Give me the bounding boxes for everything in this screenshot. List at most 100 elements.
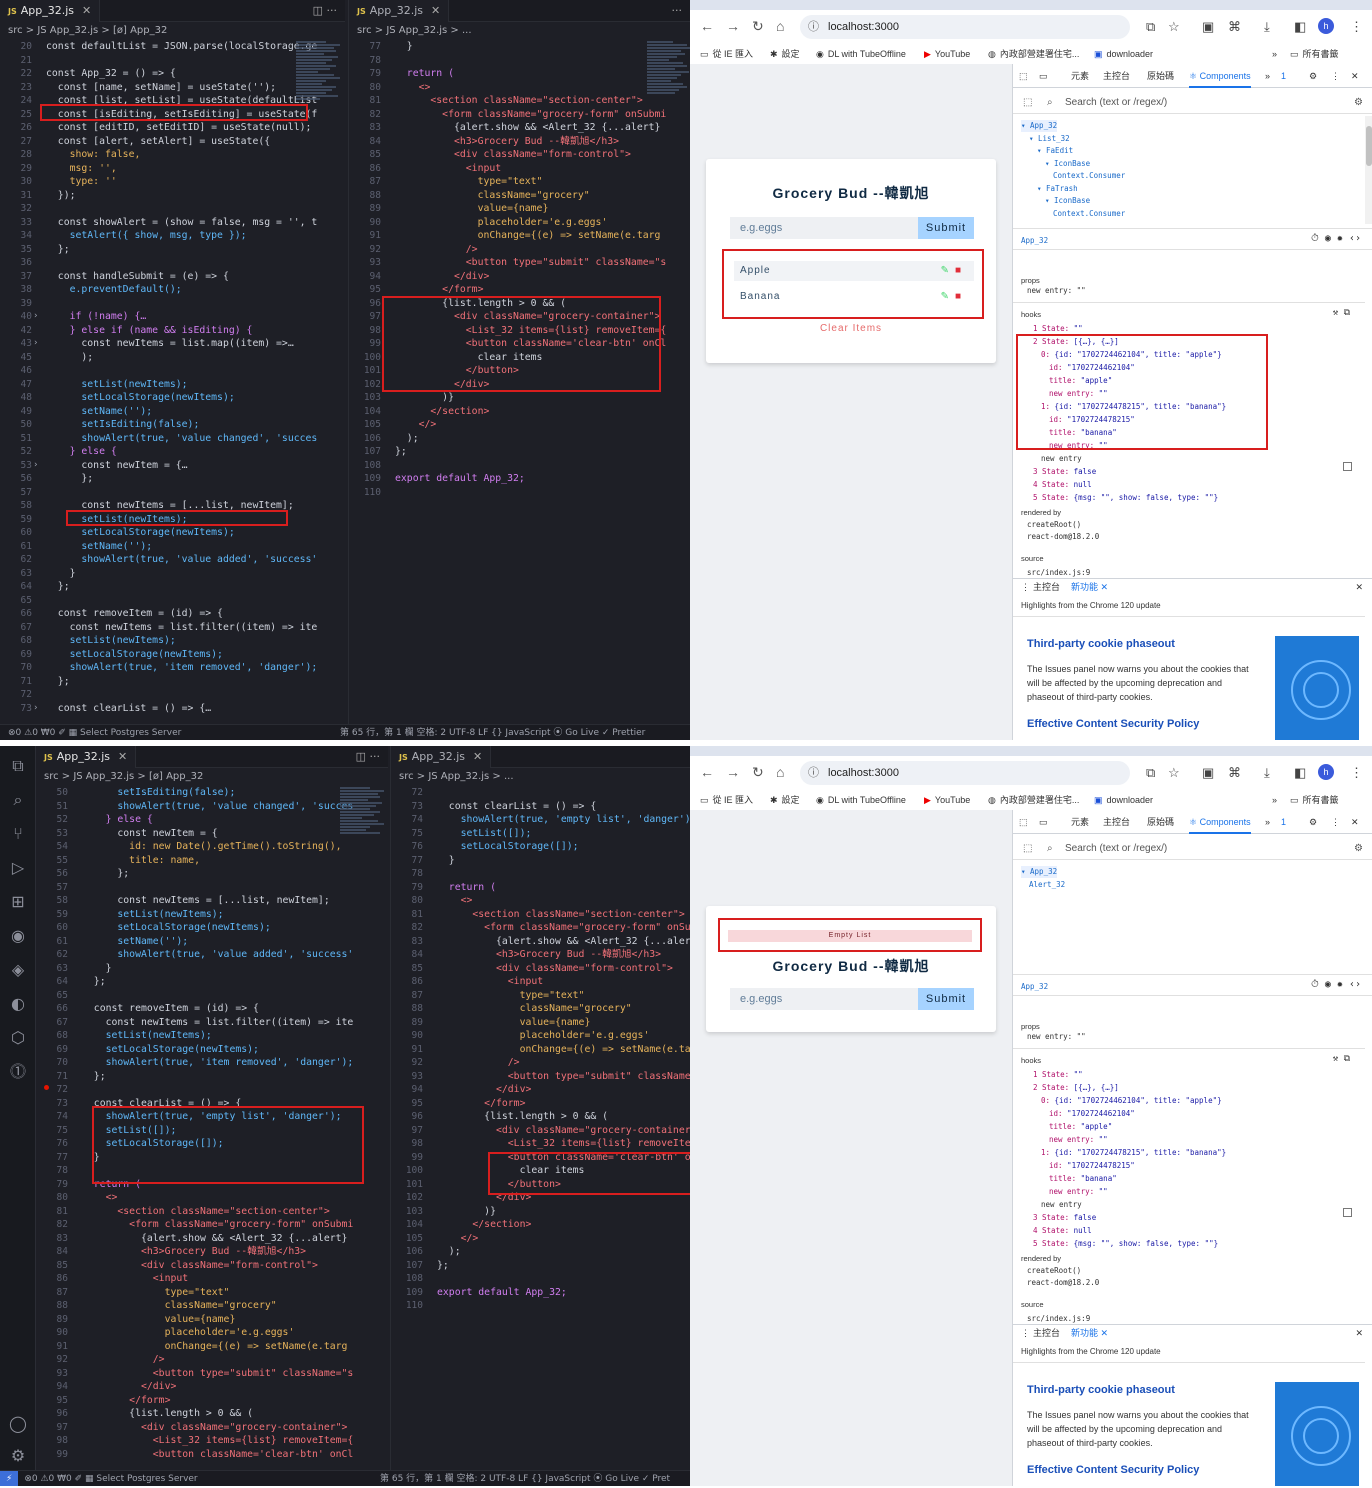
drawer-tab-whatsnew[interactable]: 新功能 ✕ [1071, 1325, 1108, 1341]
device-icon[interactable]: ▭ [1039, 810, 1048, 834]
code-line[interactable]: const clearList = () => {… [46, 702, 211, 716]
drawer-tab-console[interactable]: 主控台 [1033, 579, 1060, 595]
bookmark-item[interactable]: ▶ YouTube [924, 790, 970, 810]
hooks-actions[interactable]: ⚒ ⧉ [1333, 308, 1350, 318]
info-icon[interactable]: ⓘ [808, 15, 819, 39]
kebab-icon[interactable]: ⋮ [1021, 579, 1030, 595]
code-line[interactable]: className="grocery" [395, 189, 590, 203]
code-line[interactable]: return ( [395, 67, 454, 81]
code-line[interactable]: showAlert(true, 'empty list', 'danger'); [82, 1110, 342, 1124]
kebab-icon[interactable]: ⋮ [1331, 64, 1340, 88]
hook-line[interactable]: new entry [1041, 452, 1082, 465]
code-line[interactable]: </div> [395, 270, 489, 284]
hook-line[interactable]: 2 State: [{…}, {…}] [1033, 1081, 1119, 1094]
hook-line[interactable]: title: "apple" [1049, 374, 1112, 387]
explorer-icon[interactable]: ⧉ [8, 756, 28, 776]
scrollbar[interactable] [1365, 116, 1372, 224]
code-line[interactable]: <button type="submit" className="s [437, 1070, 690, 1084]
grocery-input[interactable]: e.g.eggs [730, 988, 918, 1010]
hook-line[interactable]: new entry: "" [1049, 439, 1108, 452]
tab-elements[interactable]: 元素 [1071, 64, 1089, 88]
drawer-tab-whatsnew[interactable]: 新功能 ✕ [1071, 579, 1108, 595]
hook-line[interactable]: id: "1702724478215" [1049, 1159, 1135, 1172]
submit-button[interactable]: Submit [918, 988, 974, 1010]
code-line[interactable]: const clearList = () => { [437, 800, 596, 814]
bookmark-item[interactable]: ✱ 設定 [770, 44, 800, 64]
bookmark-item[interactable]: ◍ 內政部營建署住宅... [988, 790, 1079, 810]
code-line[interactable]: const newItem = { [82, 827, 217, 841]
more-tabs-icon[interactable]: » [1265, 64, 1270, 88]
picker-icon[interactable]: ⬚ [1023, 92, 1032, 114]
sidepanel-icon[interactable]: ◧ [1294, 765, 1306, 781]
bookmark-item[interactable]: ▣ downloader [1094, 44, 1153, 64]
status-right[interactable]: 第 65 行，第 1 欄 空格: 2 UTF-8 LF {} JavaScrip… [340, 725, 645, 740]
hook-line[interactable]: new entry: "" [1049, 1185, 1108, 1198]
hook-line[interactable]: title: "banana" [1049, 426, 1117, 439]
code-line[interactable]: </div> [437, 1083, 531, 1097]
hook-line[interactable]: 1 State: "" [1033, 322, 1083, 335]
code-line[interactable]: <button type="submit" className="s [82, 1367, 354, 1381]
code-line[interactable]: value={name} [82, 1313, 236, 1327]
hook-line[interactable]: 4 State: null [1033, 1224, 1092, 1237]
code-line[interactable]: </div> [82, 1380, 176, 1394]
tab-components[interactable]: ⚛ Components [1189, 810, 1251, 834]
code-line[interactable]: onChange={(e) => setName(e.targ [437, 1043, 690, 1057]
grocery-input[interactable]: e.g.eggs [730, 217, 918, 239]
issues-badge[interactable]: 1 [1281, 810, 1286, 834]
issues-badge[interactable]: 1 [1281, 64, 1286, 88]
close-icon[interactable]: ✕ [118, 750, 127, 763]
code-line[interactable]: <List_32 items={list} removeItem={ [82, 1434, 354, 1448]
code-line[interactable]: const newItem = {… [46, 459, 187, 473]
code-line[interactable]: </section> [437, 1218, 531, 1232]
tab-components[interactable]: ⚛ Components [1189, 64, 1251, 88]
code-line[interactable]: <h3>Grocery Bud --韓凱旭</h3> [437, 948, 661, 962]
code-line[interactable]: {list.length > 0 && ( [437, 1110, 608, 1124]
code-line[interactable]: setLocalStorage(newItems); [82, 1043, 259, 1057]
minimap[interactable] [340, 786, 388, 876]
code-line[interactable]: const newItems = list.filter((item) => i… [82, 1016, 354, 1030]
hook-line[interactable]: 1: {id: "1702724478215", title: "banana"… [1041, 400, 1226, 413]
code-line[interactable]: <div className="form-control"> [82, 1259, 318, 1273]
code-line[interactable]: }; [395, 445, 407, 459]
code-line[interactable]: }); [46, 189, 76, 203]
code-line[interactable]: {alert.show && <Alert_32 {...alert} [437, 935, 690, 949]
code-line[interactable]: } [437, 854, 455, 868]
code-line[interactable]: </> [395, 418, 437, 432]
code-line[interactable]: {list.length > 0 && ( [395, 297, 566, 311]
code-line[interactable]: /> [437, 1056, 520, 1070]
code-line[interactable]: const App_32 = () => { [46, 67, 176, 81]
tree-node[interactable]: ▾ IconBase [1045, 158, 1090, 170]
code-line[interactable]: <> [395, 81, 431, 95]
code-line[interactable]: setList(newItems); [82, 908, 223, 922]
code-line[interactable]: }; [46, 243, 70, 257]
code-line[interactable]: setIsEditing(false); [46, 418, 199, 432]
breadcrumb[interactable]: src > JS App_32.js > [ø] App_32 [0, 22, 345, 40]
code-line[interactable]: /> [82, 1353, 165, 1367]
gear-icon[interactable]: ⚙ [1309, 810, 1317, 834]
tab-app32-right[interactable]: JS App_32.js ✕ [349, 0, 450, 22]
code-line[interactable]: type="text" [82, 1286, 230, 1300]
hook-line[interactable]: id: "1702724478215" [1049, 413, 1135, 426]
extensions-icon[interactable]: ⊞ [8, 892, 28, 912]
code-line[interactable]: const [editID, setEditID] = useState(nul… [46, 121, 312, 135]
code-line[interactable]: </section> [395, 405, 489, 419]
tab-elements[interactable]: 元素 [1071, 810, 1089, 834]
code-area[interactable]: 72 73 const clearList = () => {74 showAle… [391, 786, 690, 1486]
code-line[interactable]: } else { [46, 445, 117, 459]
edit-icon[interactable]: ✎ [941, 261, 950, 281]
code-line[interactable]: setIsEditing(false); [82, 786, 235, 800]
address-bar[interactable]: ⓘ localhost:3000 [800, 761, 1130, 785]
code-line[interactable]: </> [437, 1232, 479, 1246]
editor-actions[interactable]: ◫ ··· [356, 746, 380, 768]
code-line[interactable]: <input [437, 975, 543, 989]
code-line[interactable]: return ( [437, 881, 496, 895]
code-line[interactable]: )} [437, 1205, 496, 1219]
code-line[interactable]: <input [395, 162, 501, 176]
code-line[interactable]: }; [46, 580, 70, 594]
code-line[interactable]: setLocalStorage(newItems); [46, 391, 234, 405]
code-line[interactable]: onChange={(e) => setName(e.targ [82, 1340, 348, 1354]
hook-line[interactable]: 5 State: {msg: "", show: false, type: ""… [1033, 1237, 1218, 1250]
bookmark-item[interactable]: ▭ 從 IE 匯入 [700, 790, 753, 810]
fold-chevron-icon[interactable]: › [34, 702, 44, 716]
code-line[interactable]: <div className="grocery-container"> [82, 1421, 347, 1435]
